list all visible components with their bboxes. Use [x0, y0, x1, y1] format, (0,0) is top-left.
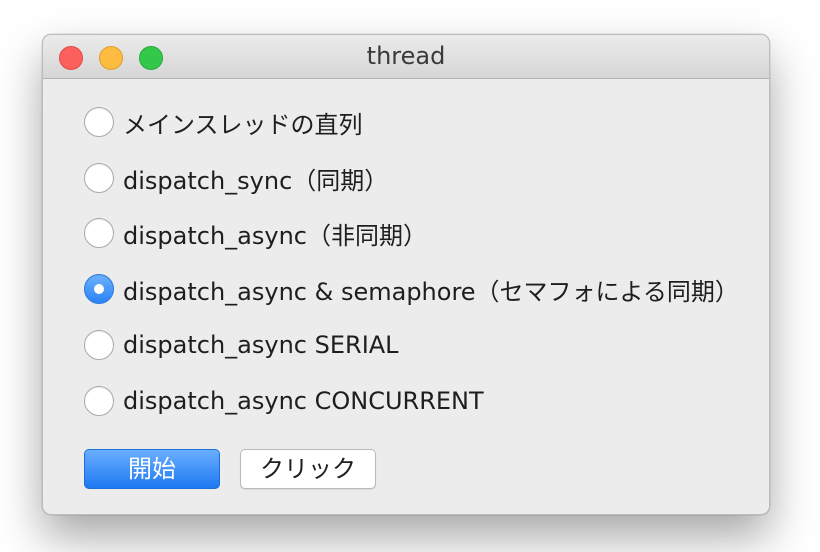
radio-option-dispatch-sync[interactable]: dispatch_sync（同期） [84, 161, 388, 195]
start-button[interactable]: 開始 [84, 449, 220, 489]
radio-label: dispatch_async（非同期） [123, 221, 427, 250]
radio-option-dispatch-async-concurrent[interactable]: dispatch_async CONCURRENT [84, 384, 484, 418]
zoom-window-button[interactable] [139, 46, 163, 70]
radio-label: dispatch_async SERIAL [123, 331, 399, 359]
minimize-window-button[interactable] [99, 46, 123, 70]
radio-button[interactable] [84, 163, 114, 193]
click-button[interactable]: クリック [240, 449, 376, 489]
radio-label: dispatch_sync（同期） [123, 166, 389, 195]
radio-button[interactable] [84, 330, 114, 360]
radio-label: dispatch_async CONCURRENT [123, 387, 484, 415]
radio-button[interactable] [84, 386, 114, 416]
title-bar[interactable]: thread [43, 35, 769, 79]
radio-button-selected[interactable] [84, 274, 114, 304]
radio-button[interactable] [84, 107, 114, 137]
app-window: thread メインスレッドの直列 dispatch_sync（同期） disp… [42, 34, 770, 515]
radio-option-main-thread-serial[interactable]: メインスレッドの直列 [84, 105, 363, 139]
radio-button[interactable] [84, 218, 114, 248]
radio-label: メインスレッドの直列 [123, 110, 363, 139]
radio-label: dispatch_async & semaphore（セマフォによる同期） [123, 277, 739, 306]
radio-option-dispatch-async[interactable]: dispatch_async（非同期） [84, 216, 427, 250]
radio-option-dispatch-async-serial[interactable]: dispatch_async SERIAL [84, 328, 399, 362]
radio-option-dispatch-async-semaphore[interactable]: dispatch_async & semaphore（セマフォによる同期） [84, 272, 739, 306]
close-window-button[interactable] [59, 46, 83, 70]
